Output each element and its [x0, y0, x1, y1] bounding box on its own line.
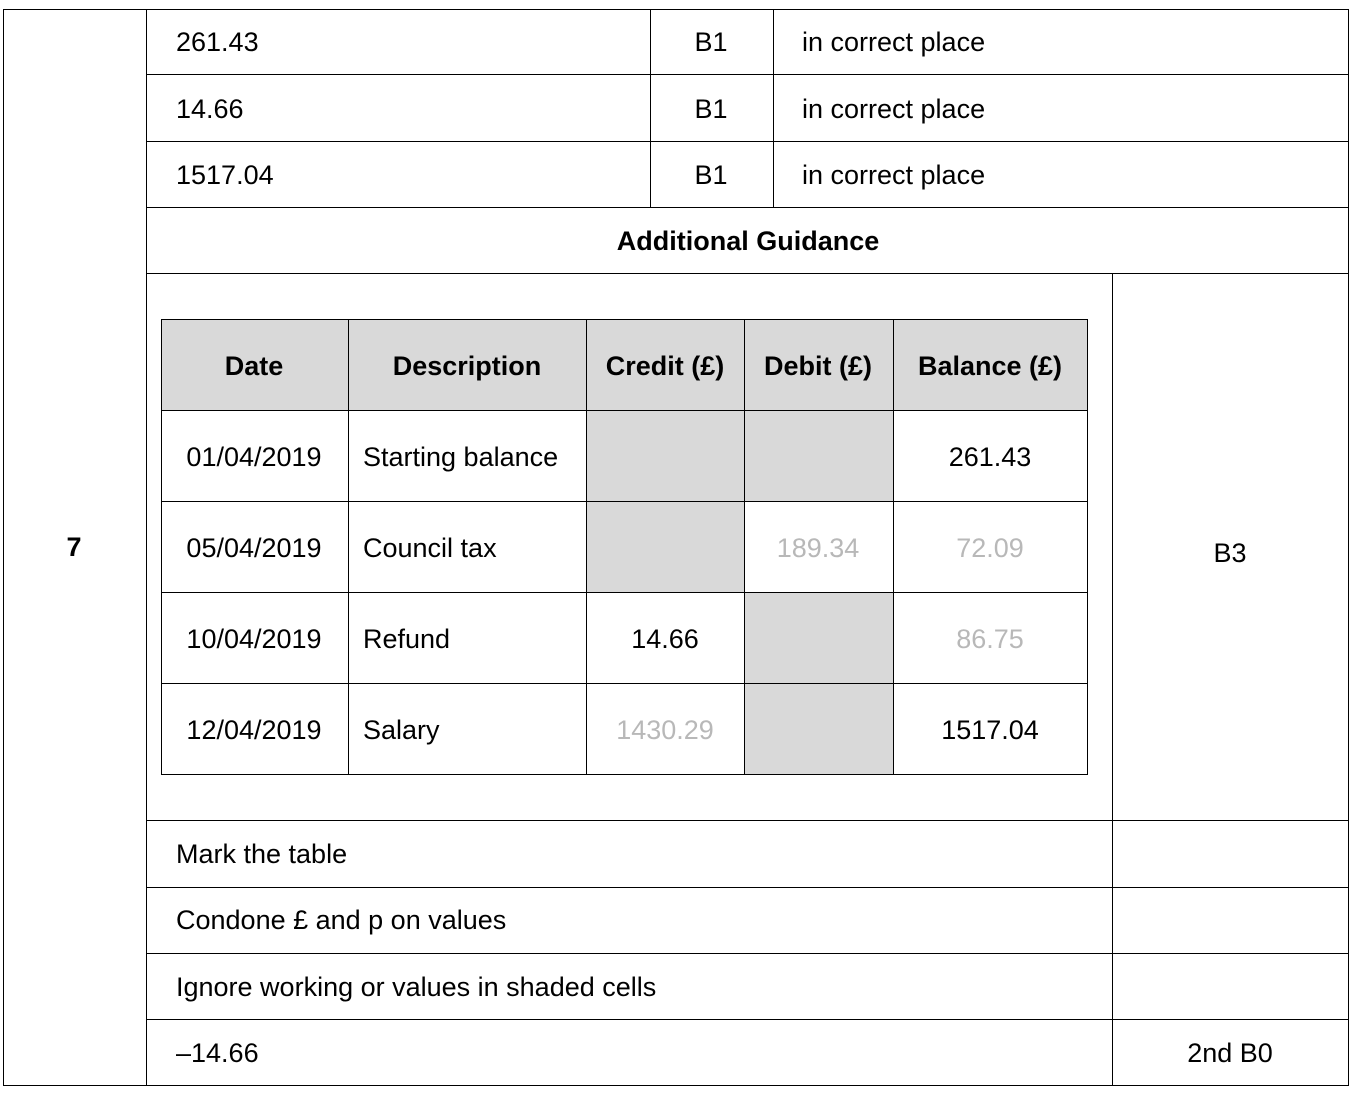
mark-code: B1 — [694, 27, 728, 57]
balance-cell: 72.09 — [956, 533, 1024, 563]
guidance-text: Ignore working or values in shaded cells — [176, 972, 657, 1002]
guidance-heading: Additional Guidance — [616, 226, 880, 256]
date-cell: 12/04/2019 — [186, 715, 322, 745]
mark-comment: in correct place — [802, 160, 986, 190]
credit-cell: 1430.29 — [616, 715, 714, 745]
shaded-cell — [587, 410, 893, 501]
question-number: 7 — [66, 532, 82, 562]
col-header-date: Date — [224, 351, 284, 381]
debit-cell: 189.34 — [776, 533, 860, 563]
balance-cell: 1517.04 — [941, 715, 1039, 745]
mark-comment: in correct place — [802, 94, 986, 124]
col-header-balance: Balance (£) — [917, 351, 1063, 381]
date-cell: 10/04/2019 — [186, 624, 322, 654]
table-mark: B3 — [1213, 538, 1247, 568]
guidance-text: Condone £ and p on values — [176, 905, 507, 935]
mark-comment: in correct place — [802, 27, 986, 57]
answer-value: 1517.04 — [176, 160, 274, 190]
col-header-description: Description — [392, 351, 542, 381]
date-cell: 01/04/2019 — [186, 442, 322, 472]
guidance-mark: 2nd B0 — [1187, 1038, 1273, 1068]
shaded-cell — [587, 501, 744, 592]
mark-code: B1 — [694, 160, 728, 190]
mark-code: B1 — [694, 94, 728, 124]
col-header-debit: Debit (£) — [764, 351, 872, 381]
description-cell: Refund — [363, 624, 451, 654]
answer-value: 261.43 — [176, 27, 259, 57]
description-cell: Salary — [363, 715, 440, 745]
balance-cell: 86.75 — [956, 624, 1024, 654]
balance-cell: 261.43 — [948, 442, 1032, 472]
guidance-text: Mark the table — [176, 839, 348, 869]
description-cell: Council tax — [363, 533, 497, 563]
description-cell: Starting balance — [363, 442, 559, 472]
col-header-credit: Credit (£) — [605, 351, 725, 381]
credit-cell: 14.66 — [631, 624, 699, 654]
answer-value: 14.66 — [176, 94, 244, 124]
guidance-text: –14.66 — [176, 1038, 259, 1068]
date-cell: 05/04/2019 — [186, 533, 322, 563]
